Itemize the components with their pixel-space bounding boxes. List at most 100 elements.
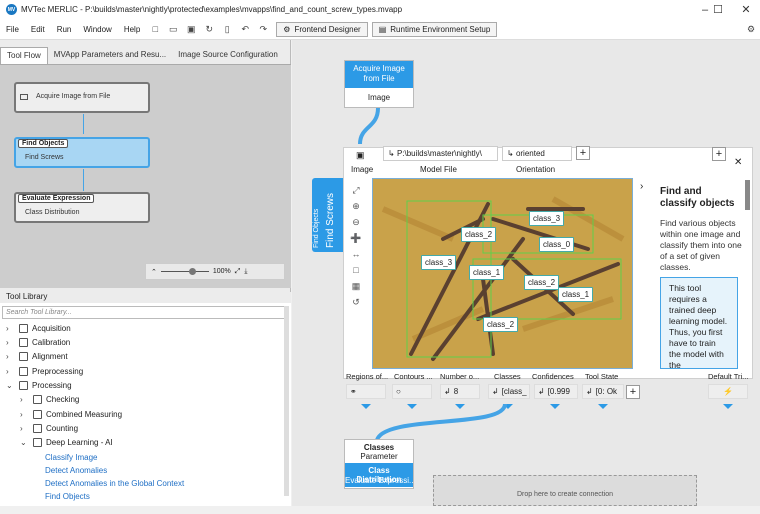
class-label: class_3 — [421, 255, 457, 270]
output-header: Contours ... — [394, 372, 433, 381]
category-icon — [33, 437, 42, 447]
library-item[interactable]: › Preprocessing — [6, 364, 83, 378]
tab-image-source[interactable]: Image Source Configuration — [172, 47, 284, 64]
output-arrow-icon: ↲ — [538, 387, 545, 396]
flow-node-find-objects[interactable]: Find Objects Find Screws — [14, 137, 150, 168]
regions-icon: ⚭ — [350, 387, 357, 396]
trigger-icon: ⚡ — [723, 387, 733, 396]
zoom-slider[interactable] — [160, 268, 209, 275]
redo-icon[interactable]: ↷ — [256, 22, 270, 36]
library-item[interactable]: › Calibration — [6, 335, 70, 349]
class-label: class_2 — [461, 227, 497, 242]
flow-node-evaluate[interactable]: Evaluate Expression Class Distribution — [14, 192, 150, 223]
tab-tool-flow[interactable]: Tool Flow — [0, 47, 48, 64]
menu-window[interactable]: Window — [77, 25, 117, 34]
designer-icon: ⚙ — [283, 24, 291, 34]
classes-output[interactable]: ↲ [class_ — [488, 384, 530, 399]
tab-mvapp-parameters[interactable]: MVApp Parameters and Resu... — [48, 47, 172, 64]
crosshair-icon[interactable]: ➕ — [348, 230, 364, 246]
acquire-tool-card[interactable]: Acquire Image from File Image — [344, 60, 414, 108]
frontend-designer-button[interactable]: ⚙ Frontend Designer — [276, 21, 368, 37]
menu-file[interactable]: File — [0, 25, 25, 34]
collapse-icon[interactable]: ⌃ — [151, 268, 157, 276]
library-item[interactable]: › Counting — [20, 421, 78, 435]
runtime-setup-button[interactable]: ▤ Runtime Environment Setup — [371, 21, 498, 37]
history-icon[interactable]: ↺ — [348, 294, 364, 310]
add-output-icon[interactable]: + — [626, 385, 640, 399]
tool-side-big: Find Screws — [325, 192, 336, 248]
library-item[interactable]: › Alignment — [6, 349, 68, 363]
number-output[interactable]: ↲ 8 — [440, 384, 480, 399]
confidences-output[interactable]: ↲ [0.999 — [534, 384, 578, 399]
orientation-field[interactable]: ↳ oriented — [502, 146, 572, 161]
runtime-setup-label: Runtime Environment Setup — [390, 24, 491, 34]
export-icon[interactable]: ⤓ — [244, 268, 247, 276]
maximize-icon[interactable]: ☐ — [703, 0, 733, 19]
evaluate-tool-sub: Evaluate Expressi... — [345, 475, 413, 487]
menu-edit[interactable]: Edit — [25, 25, 51, 34]
output-header: Number o... — [440, 372, 480, 381]
result-image[interactable]: class_3 class_2 class_0 class_3 class_1 … — [372, 178, 633, 369]
image-input-icon[interactable]: ▣ — [356, 150, 365, 161]
category-icon — [19, 351, 28, 361]
output-header: Classes — [494, 372, 521, 381]
output-port[interactable] — [550, 404, 560, 409]
library-tool[interactable]: Detect Anomalies in the Global Context — [45, 476, 184, 490]
tool-flow-canvas[interactable]: Acquire Image from File Find Objects Fin… — [0, 64, 291, 288]
save-icon[interactable]: ▣ — [184, 22, 198, 36]
run-icon[interactable]: ↻ — [202, 22, 216, 36]
output-port[interactable] — [723, 404, 733, 409]
model-file-field[interactable]: ↳ P:\builds\master\nightly\ — [383, 146, 498, 161]
contours-icon: ○ — [396, 387, 401, 396]
library-item[interactable]: ⌄ Processing — [6, 378, 72, 392]
tool-side-tab[interactable]: Find Objects Find Screws — [312, 178, 343, 252]
library-tool[interactable]: Detect Anomalies — [45, 463, 107, 477]
search-input[interactable]: Search Tool Library... — [2, 306, 287, 319]
undo-icon[interactable]: ↶ — [238, 22, 252, 36]
region-icon[interactable]: ▦ — [348, 278, 364, 294]
document-icon[interactable]: ▯ — [220, 22, 234, 36]
library-item[interactable]: ⌄ Deep Learning - AI — [20, 435, 113, 449]
tool-state-output[interactable]: ↲ [0: Ok — [582, 384, 624, 399]
library-tool[interactable]: Classify Image — [45, 450, 97, 464]
flow-node-acquire[interactable]: Acquire Image from File — [14, 82, 150, 113]
library-item[interactable]: › Checking — [20, 392, 79, 406]
info-scrollbar[interactable] — [745, 180, 750, 210]
menu-help[interactable]: Help — [118, 25, 146, 34]
output-arrow-icon: ↲ — [586, 387, 593, 396]
close-icon[interactable]: ✕ — [731, 0, 760, 19]
contours-output[interactable]: ○ — [392, 384, 432, 399]
drop-zone[interactable]: Drop here to create connection — [433, 475, 697, 506]
library-scrollbar[interactable] — [284, 306, 289, 496]
add-parameter-icon[interactable]: + — [712, 147, 726, 161]
fit-view-icon[interactable]: ⤢ — [348, 182, 364, 198]
measure-icon[interactable]: ↔ — [348, 246, 364, 262]
category-icon — [33, 423, 42, 433]
fit-icon[interactable]: ⤢ — [235, 268, 241, 276]
close-panel-icon[interactable]: ✕ — [734, 157, 742, 168]
library-item[interactable]: › Acquisition — [6, 321, 71, 335]
category-icon — [33, 394, 42, 404]
output-port[interactable] — [598, 404, 608, 409]
tool-library: Tool Library Search Tool Library... › Acq… — [0, 292, 291, 506]
new-file-icon[interactable]: □ — [148, 22, 162, 36]
open-icon[interactable]: ▭ — [166, 22, 180, 36]
regions-output[interactable]: ⚭ — [346, 384, 386, 399]
settings-icon[interactable]: ⚙ — [744, 22, 758, 36]
add-parameter-icon[interactable]: + — [576, 146, 590, 160]
evaluate-tool-card[interactable]: Classes Parameter Class Distribution Eva… — [344, 439, 414, 489]
zoom-out-icon[interactable]: ⊖ — [348, 214, 364, 230]
library-item[interactable]: › Combined Measuring — [20, 407, 122, 421]
default-trigger-output[interactable]: ⚡ — [708, 384, 748, 399]
frontend-designer-label: Frontend Designer — [294, 24, 361, 34]
input-arrow-icon: ↳ — [388, 149, 397, 158]
image-connection — [358, 108, 380, 145]
menu-run[interactable]: Run — [51, 25, 78, 34]
image-input-label: Image — [351, 165, 374, 174]
roi-icon[interactable]: □ — [348, 262, 364, 278]
evaluate-input-title: Classes — [363, 443, 395, 452]
library-tool[interactable]: Find Objects — [45, 489, 90, 503]
zoom-value: 100% — [212, 268, 231, 275]
zoom-in-icon[interactable]: ⊕ — [348, 198, 364, 214]
expand-info-icon[interactable]: › — [640, 181, 643, 192]
